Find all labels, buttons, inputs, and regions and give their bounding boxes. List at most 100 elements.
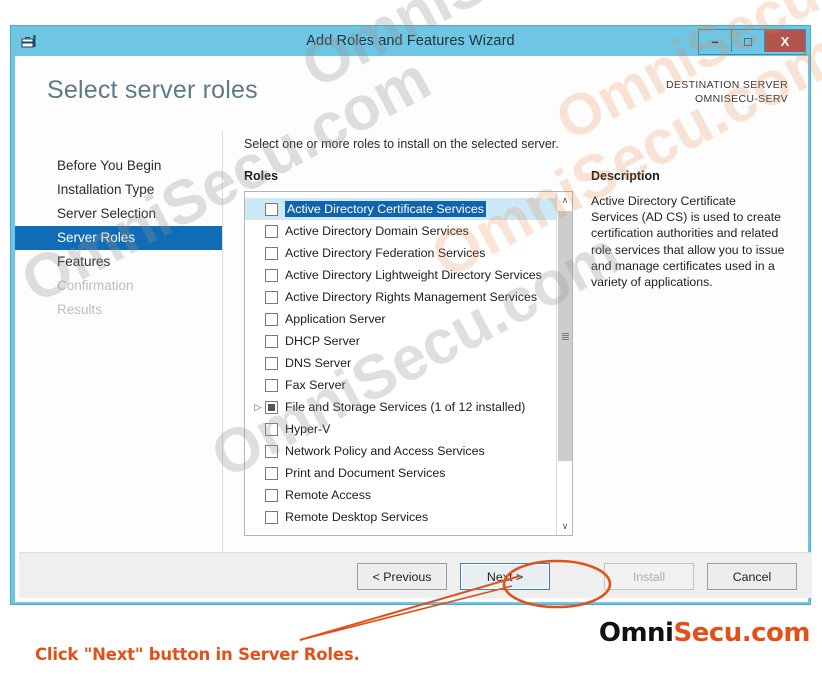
role-checkbox[interactable] (265, 466, 278, 480)
window-controls: – □ X (698, 29, 806, 55)
sidebar-item-installation-type[interactable]: Installation Type (15, 178, 222, 202)
sidebar-item-features[interactable]: Features (15, 250, 222, 274)
role-label: Active Directory Federation Services (285, 246, 486, 260)
role-label: DNS Server (285, 356, 352, 370)
logo-text-part2: Secu.com (673, 618, 810, 648)
role-checkbox[interactable] (265, 444, 278, 458)
role-list-item[interactable]: Remote Desktop Services (245, 506, 556, 528)
cancel-button[interactable]: Cancel (707, 563, 797, 590)
role-list-item[interactable]: Active Directory Federation Services (245, 242, 556, 264)
roles-listbox[interactable]: Active Directory Certificate Services Act… (244, 191, 573, 536)
wizard-header: Select server roles DESTINATION SERVER O… (15, 56, 808, 131)
wizard-window: Add Roles and Features Wizard – □ X Sele… (10, 25, 812, 605)
twisty-placeholder (251, 352, 265, 374)
install-button: Install (604, 563, 694, 590)
role-list-item[interactable]: DHCP Server (245, 330, 556, 352)
minimize-button[interactable]: – (699, 30, 732, 52)
role-label: Fax Server (285, 378, 346, 392)
role-label: Hyper-V (285, 422, 331, 436)
wizard-client-area: Select server roles DESTINATION SERVER O… (15, 56, 812, 602)
scrollbar-thumb[interactable] (558, 211, 572, 461)
role-checkbox[interactable] (265, 268, 278, 282)
instruction-text: Select one or more roles to install on t… (244, 137, 559, 151)
roles-scrollbar[interactable]: ∧ ∨ (556, 192, 572, 535)
role-list-item[interactable]: Active Directory Rights Management Servi… (245, 286, 556, 308)
expand-triangle-icon[interactable]: ▷ (251, 396, 265, 418)
role-label: Remote Access (285, 488, 372, 502)
role-checkbox[interactable] (265, 510, 278, 524)
twisty-placeholder (251, 506, 265, 528)
twisty-placeholder (251, 264, 265, 286)
twisty-placeholder (251, 462, 265, 484)
destination-server-name: OMNISECU-SERV (694, 93, 788, 105)
scrollbar-grip-icon (561, 332, 569, 340)
wizard-content: Select one or more roles to install on t… (224, 131, 808, 557)
role-checkbox[interactable] (265, 400, 278, 414)
twisty-placeholder (251, 308, 265, 330)
role-label: Print and Document Services (285, 466, 446, 480)
role-label: Active Directory Certificate Services (285, 201, 486, 217)
description-text: Active Directory Certificate Services (A… (591, 194, 785, 290)
role-label: File and Storage Services (1 of 12 insta… (285, 400, 526, 414)
role-label: Active Directory Rights Management Servi… (285, 290, 538, 304)
destination-server-info: DESTINATION SERVER OMNISECU-SERV (666, 78, 788, 106)
twisty-placeholder (251, 374, 265, 396)
role-checkbox[interactable] (265, 224, 278, 238)
role-label: Active Directory Lightweight Directory S… (285, 268, 542, 282)
maximize-button[interactable]: □ (732, 30, 765, 52)
role-list-item[interactable]: DNS Server (245, 352, 556, 374)
next-button[interactable]: Next > (460, 563, 550, 590)
button-spacer (563, 563, 591, 590)
role-checkbox[interactable] (265, 246, 278, 260)
role-list-item[interactable]: Active Directory Lightweight Directory S… (245, 264, 556, 286)
role-list-item[interactable]: Hyper-V (245, 418, 556, 440)
role-label: Active Directory Domain Services (285, 224, 469, 238)
wizard-navigation: Before You Begin Installation Type Serve… (15, 131, 223, 557)
roles-list: Active Directory Certificate Services Act… (245, 192, 556, 535)
wizard-footer: < Previous Next > Install Cancel (19, 552, 812, 598)
role-checkbox[interactable] (265, 488, 278, 502)
annotation-caption: Click "Next" button in Server Roles. (35, 645, 360, 664)
role-list-item[interactable]: Fax Server (245, 374, 556, 396)
role-list-item[interactable]: Application Server (245, 308, 556, 330)
role-checkbox[interactable] (265, 312, 278, 326)
role-list-item[interactable]: Print and Document Services (245, 462, 556, 484)
sidebar-item-before-you-begin[interactable]: Before You Begin (15, 154, 222, 178)
twisty-placeholder (251, 198, 265, 220)
twisty-placeholder (251, 484, 265, 506)
role-list-item[interactable]: ▷ File and Storage Services (1 of 12 inst… (245, 396, 556, 418)
logo-text-part1: Omni (598, 618, 674, 648)
role-checkbox[interactable] (265, 356, 278, 370)
twisty-placeholder (251, 418, 265, 440)
sidebar-item-confirmation: Confirmation (57, 278, 134, 293)
scroll-down-icon[interactable]: ∨ (557, 518, 572, 535)
role-checkbox[interactable] (265, 202, 278, 216)
sidebar-item-server-selection[interactable]: Server Selection (15, 202, 222, 226)
role-list-item[interactable]: Network Policy and Access Services (245, 440, 556, 462)
close-button[interactable]: X (765, 30, 805, 52)
twisty-placeholder (251, 330, 265, 352)
scroll-up-icon[interactable]: ∧ (557, 192, 572, 209)
role-checkbox[interactable] (265, 378, 278, 392)
roles-section-label: Roles (244, 169, 279, 183)
twisty-placeholder (251, 286, 265, 308)
previous-button[interactable]: < Previous (357, 563, 447, 590)
destination-server-label: DESTINATION SERVER (665, 79, 788, 91)
role-checkbox[interactable] (265, 290, 278, 304)
role-list-item[interactable]: Remote Access (245, 484, 556, 506)
role-label: Remote Desktop Services (285, 510, 429, 524)
sidebar-item-server-roles[interactable]: Server Roles (15, 226, 222, 250)
wizard-button-bar: < Previous Next > Install Cancel (357, 563, 797, 590)
window-titlebar[interactable]: Add Roles and Features Wizard – □ X (11, 26, 810, 56)
role-list-item[interactable]: Active Directory Domain Services (245, 220, 556, 242)
role-checkbox[interactable] (265, 334, 278, 348)
twisty-placeholder (251, 440, 265, 462)
role-list-item[interactable]: Active Directory Certificate Services (245, 198, 556, 220)
window-title: Add Roles and Features Wizard (306, 33, 515, 49)
sidebar-item-results: Results (57, 302, 103, 317)
role-label: Application Server (285, 312, 386, 326)
role-checkbox[interactable] (265, 422, 278, 436)
role-label: DHCP Server (285, 334, 360, 348)
twisty-placeholder (251, 242, 265, 264)
description-section-label: Description (591, 169, 660, 183)
